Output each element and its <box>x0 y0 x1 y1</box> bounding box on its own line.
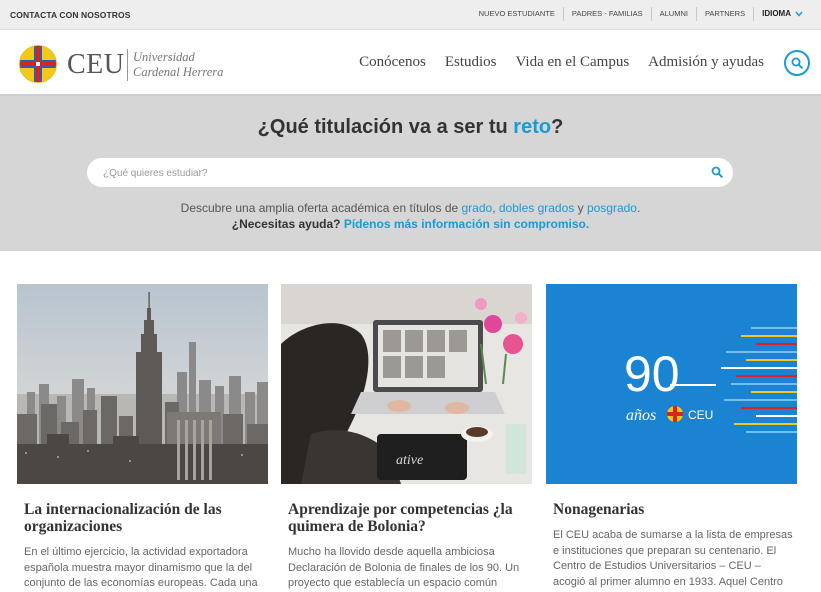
link-posgrado[interactable]: posgrado <box>587 201 637 215</box>
header-search-button[interactable] <box>784 50 810 76</box>
search-icon <box>791 57 803 69</box>
brand-divider <box>127 49 128 81</box>
new-york-skyline-image[interactable] <box>17 284 268 484</box>
nav-estudios[interactable]: Estudios <box>445 54 497 71</box>
card-excerpt: El CEU acaba de sumarse a la lista de em… <box>553 529 793 588</box>
link-nuevo-estudiante[interactable]: NUEVO ESTUDIANTE <box>471 7 563 21</box>
course-search-box <box>87 158 733 189</box>
image-word: años <box>626 407 656 424</box>
card-excerpt: En el último ejercicio, la actividad exp… <box>24 546 258 589</box>
ceu-logo-icon[interactable] <box>19 45 57 83</box>
nav-vida-campus[interactable]: Vida en el Campus <box>516 54 630 71</box>
help-text: ¿Necesitas ayuda? <box>231 217 344 231</box>
utility-links: NUEVO ESTUDIANTE PADRES - FAMILIAS ALUMN… <box>471 7 811 21</box>
offer-end: . <box>636 201 641 215</box>
nav-admision[interactable]: Admisión y ayudas <box>648 54 764 71</box>
card-title[interactable]: Nonagenarias <box>553 501 793 518</box>
card-title[interactable]: Aprendizaje por competencias ¿la quimera… <box>288 501 528 535</box>
brand-line-2: Cardenal Herrera <box>133 64 224 79</box>
offer-text: Descubre una amplia oferta académica en … <box>180 201 462 215</box>
language-selector[interactable]: IDIOMA <box>753 7 811 21</box>
hero-search-section: ¿Qué titulación va a ser tu reto? Descub… <box>0 96 821 251</box>
link-alumni[interactable]: ALUMNI <box>650 7 696 21</box>
ceu-90-anos-image[interactable]: 90 años CEU <box>546 284 797 484</box>
offer-sep-2: y <box>574 201 587 215</box>
offer-sep-1: , <box>492 201 499 215</box>
chevron-down-icon <box>795 11 803 17</box>
link-padres-familias[interactable]: PADRES - FAMILIAS <box>562 7 651 21</box>
card-excerpt: Mucho ha llovido desde aquella ambiciosa… <box>288 546 520 589</box>
hero-title: ¿Qué titulación va a ser tu reto? <box>0 116 821 139</box>
brand-subtitle: Universidad Cardenal Herrera <box>133 50 223 79</box>
language-label: IDIOMA <box>762 9 791 18</box>
student-laptop-image[interactable]: ative <box>281 284 532 484</box>
offer-line: Descubre una amplia oferta académica en … <box>0 200 821 216</box>
card-title[interactable]: La internacionalización de las organizac… <box>24 501 264 535</box>
hero-title-accent: reto <box>513 116 552 138</box>
svg-text:ative: ative <box>396 453 423 468</box>
link-partners[interactable]: PARTNERS <box>695 7 753 21</box>
image-brand: CEU <box>688 408 713 422</box>
link-grado[interactable]: grado <box>462 201 493 215</box>
contact-link[interactable]: CONTACTA CON NOSOTROS <box>10 10 130 20</box>
main-header: CEU Universidad Cardenal Herrera Conócen… <box>0 30 821 96</box>
main-nav: Conócenos Estudios Vida en el Campus Adm… <box>340 54 764 71</box>
utility-bar: CONTACTA CON NOSOTROS NUEVO ESTUDIANTE P… <box>0 0 821 30</box>
hero-title-end: ? <box>551 116 564 138</box>
brand-name[interactable]: CEU <box>67 49 125 81</box>
hero-description: Descubre una amplia oferta académica en … <box>0 200 821 232</box>
course-search-input[interactable] <box>101 158 695 189</box>
hero-title-text: ¿Qué titulación va a ser tu <box>257 116 514 138</box>
link-dobles-grados[interactable]: dobles grados <box>499 201 574 215</box>
brand-line-1: Universidad <box>133 50 195 64</box>
help-line: ¿Necesitas ayuda? Pídenos más informació… <box>0 216 821 232</box>
link-mas-informacion[interactable]: Pídenos más información sin compromiso. <box>344 217 589 231</box>
nav-conocenos[interactable]: Conócenos <box>359 54 426 71</box>
image-number: 90 <box>624 346 680 402</box>
search-icon[interactable] <box>711 166 723 178</box>
